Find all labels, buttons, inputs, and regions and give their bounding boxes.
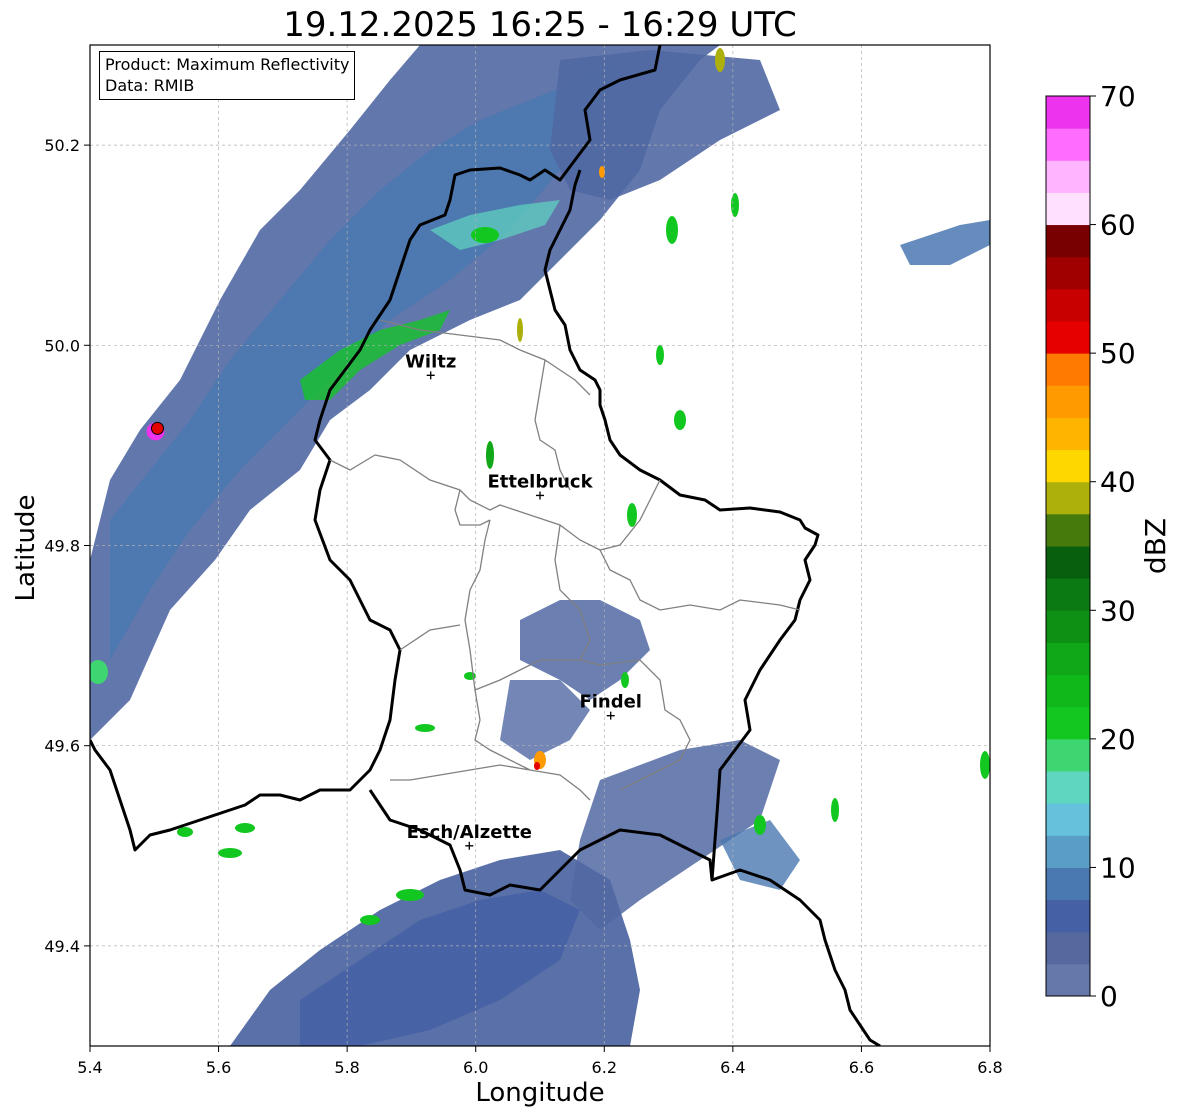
- echo-east-cluster: [900, 220, 990, 265]
- echo-cell: [396, 889, 424, 901]
- x-tick-label: 6.0: [463, 1058, 488, 1077]
- echo-cell: [235, 823, 255, 833]
- colorbar-tick-label: 40: [1100, 466, 1136, 499]
- colorbar-segment: [1046, 771, 1090, 804]
- colorbar-segment: [1046, 224, 1090, 258]
- city-marker: [426, 371, 435, 380]
- colorbar-segment: [1046, 449, 1090, 483]
- echo-cell: [471, 227, 499, 243]
- colorbar-segment: [1046, 321, 1090, 354]
- colorbar-tick-label: 60: [1100, 209, 1136, 242]
- echo-cell: [656, 345, 664, 365]
- colorbar-segment: [1046, 642, 1090, 676]
- colorbar-tick-label: 20: [1100, 723, 1136, 756]
- echo-northeast: [550, 50, 780, 200]
- echo-cell: [731, 193, 739, 217]
- colorbar-segment: [1046, 128, 1090, 161]
- x-axis-label: Longitude: [475, 1078, 604, 1108]
- colorbar-segment: [1046, 546, 1090, 579]
- echo-cell: [415, 724, 435, 732]
- echo-cell: [486, 441, 494, 469]
- colorbar-segment: [1046, 256, 1090, 290]
- x-tick-label: 6.2: [592, 1058, 617, 1077]
- colorbar-segment: [1046, 385, 1090, 418]
- city-label: Wiltz: [405, 351, 456, 372]
- echo-cell: [674, 410, 686, 430]
- echo-cell: [666, 216, 678, 244]
- colorbar-segment: [1046, 610, 1090, 643]
- city-label: Ettelbruck: [487, 471, 593, 492]
- y-axis-label: Latitude: [11, 494, 41, 601]
- colorbar-tick-label: 10: [1100, 851, 1136, 884]
- radar-dot: [151, 421, 164, 435]
- colorbar-segment: [1046, 160, 1090, 193]
- colorbar: 0 10 20 30 40 50 60 70 dBZ: [1045, 80, 1172, 1013]
- colorbar-segment: [1046, 578, 1090, 611]
- echo-cell: [831, 798, 839, 822]
- colorbar-segment: [1046, 738, 1090, 772]
- y-tick-label: 50.2: [44, 136, 80, 155]
- radar-site-marker: [146, 421, 165, 441]
- colorbar-label: dBZ: [1139, 518, 1172, 574]
- echo-cell: [627, 503, 637, 527]
- colorbar-tick-label: 0: [1100, 980, 1118, 1013]
- echo-cell: [754, 815, 766, 835]
- colorbar-segment: [1046, 867, 1090, 901]
- echo-cell: [534, 762, 540, 770]
- x-tick-label: 6.4: [720, 1058, 745, 1077]
- echo-cell: [715, 48, 725, 72]
- data-source: Data: RMIB: [105, 76, 195, 95]
- x-tick-label: 5.4: [77, 1058, 102, 1077]
- colorbar-segment: [1046, 835, 1090, 868]
- x-tick-label: 5.8: [334, 1058, 359, 1077]
- x-tick-label: 6.6: [849, 1058, 874, 1077]
- product-info-box: Product: Maximum Reflectivity Data: RMIB: [99, 51, 356, 100]
- colorbar-segment: [1046, 513, 1090, 547]
- city-marker: [465, 841, 474, 850]
- echo-cell: [360, 915, 380, 925]
- product-name: Product: Maximum Reflectivity: [105, 55, 350, 74]
- echo-cell: [90, 660, 108, 684]
- colorbar-segment: [1046, 192, 1090, 226]
- city-marker: [606, 711, 615, 720]
- y-tick-label: 49.6: [44, 737, 80, 756]
- y-tick-label: 49.4: [44, 937, 80, 956]
- colorbar-segment: [1046, 674, 1090, 708]
- x-tick-label: 5.6: [206, 1058, 231, 1077]
- colorbar-segment: [1046, 963, 1090, 997]
- colorbar-segment: [1046, 706, 1090, 740]
- echo-cell: [177, 827, 193, 837]
- colorbar-tick-label: 70: [1100, 80, 1136, 113]
- echo-cell: [621, 672, 629, 688]
- colorbar-segment: [1046, 899, 1090, 933]
- colorbar-segment: [1046, 417, 1090, 451]
- y-tick-label: 50.0: [44, 336, 80, 355]
- colorbar-segment: [1046, 353, 1090, 386]
- colorbar-segment: [1046, 96, 1090, 129]
- colorbar-segment: [1046, 803, 1090, 836]
- y-tick-label: 49.8: [44, 537, 80, 556]
- echo-cell: [218, 848, 242, 858]
- city-label: Findel: [579, 692, 642, 713]
- echo-cell: [517, 318, 523, 342]
- city-label: Esch/Alzette: [407, 822, 532, 843]
- colorbar-tick-label: 30: [1100, 594, 1136, 627]
- colorbar-tick-label: 50: [1100, 337, 1136, 370]
- echo-south-central: [500, 680, 590, 760]
- x-tick-label: 6.8: [977, 1058, 1002, 1077]
- colorbar-segment: [1046, 481, 1090, 515]
- radar-map: 5.4 5.6 5.8 6.0 6.2 6.4 6.6 6.8 49.4 49.6 49.8 50.0…: [11, 44, 1172, 1108]
- colorbar-segment: [1046, 288, 1090, 322]
- colorbar-segment: [1046, 931, 1090, 965]
- echo-cell: [980, 751, 990, 779]
- city-marker: [536, 491, 544, 500]
